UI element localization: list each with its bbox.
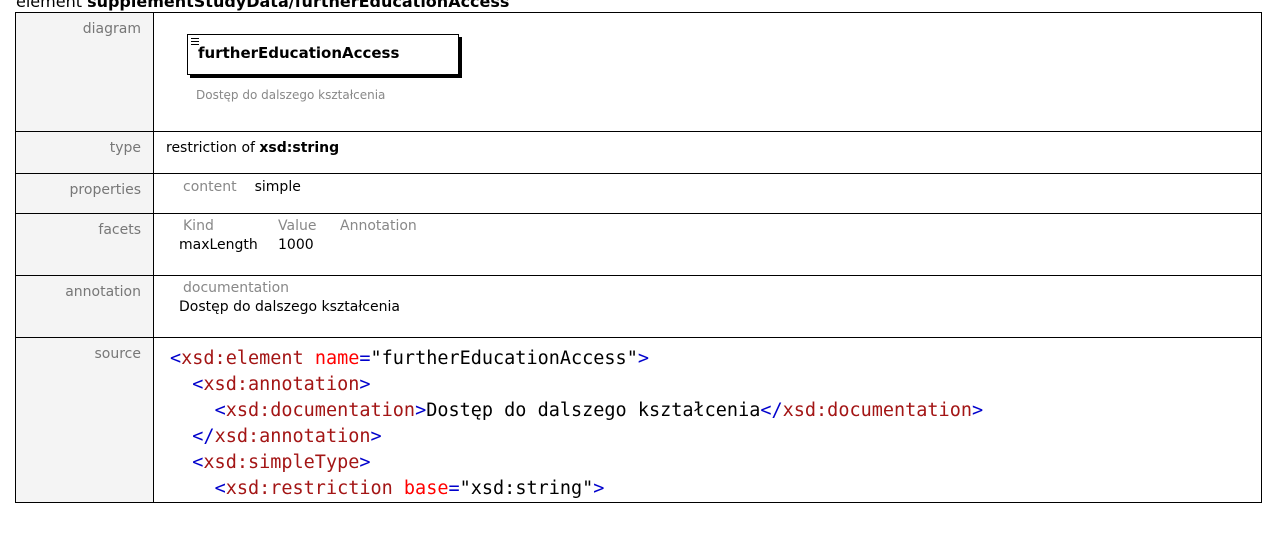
annotation-label: annotation — [15, 275, 154, 338]
source-code: <xsd:element name="furtherEducationAcces… — [170, 348, 984, 499]
facets-header-kind: Kind — [183, 218, 214, 234]
properties-label: properties — [15, 173, 154, 214]
facets-header-annotation: Annotation — [340, 218, 417, 234]
facets-header-value: Value — [278, 218, 317, 234]
facets-row: facets Kind Value Annotation maxLength 1000 — [15, 213, 1262, 276]
element-name: furtherEducationAccess — [198, 44, 400, 62]
facets-cell: Kind Value Annotation maxLength 1000 — [153, 213, 1262, 276]
type-label: type — [15, 131, 154, 174]
element-doc-table: diagram furtherEducationAccess Dostęp do… — [15, 12, 1262, 503]
diagram-documentation: Dostęp do dalszego kształcenia — [196, 88, 386, 102]
page-heading: element supplementStudyData/furtherEduca… — [16, 0, 509, 11]
property-key: content — [183, 179, 237, 195]
facets-label: facets — [15, 213, 154, 276]
facet-kind: maxLength — [179, 237, 258, 253]
properties-row: properties content simple — [15, 173, 1262, 214]
property-value: simple — [254, 179, 301, 195]
heading-path: supplementStudyData/furtherEducationAcce… — [87, 0, 510, 11]
source-cell: <xsd:element name="furtherEducationAcces… — [153, 337, 1262, 503]
annotation-header: documentation — [183, 280, 290, 296]
type-prefix: restriction of — [166, 140, 260, 156]
annotation-text: Dostęp do dalszego kształcenia — [179, 299, 400, 315]
type-cell: restriction of xsd:string — [153, 131, 1262, 174]
facet-value: 1000 — [278, 237, 314, 253]
heading-prefix: element — [16, 0, 88, 11]
diagram: furtherEducationAccess Dostęp do dalszeg… — [154, 13, 1261, 123]
diagram-cell: furtherEducationAccess Dostęp do dalszeg… — [153, 12, 1262, 132]
source-label: source — [15, 337, 154, 503]
type-row: type restriction of xsd:string — [15, 131, 1262, 174]
element-box[interactable]: furtherEducationAccess — [187, 34, 459, 75]
properties-cell: content simple — [153, 173, 1262, 214]
source-row: source <xsd:element name="furtherEducati… — [15, 337, 1262, 503]
diagram-row: diagram furtherEducationAccess Dostęp do… — [15, 12, 1262, 132]
type-base[interactable]: xsd:string — [259, 140, 339, 156]
diagram-label: diagram — [15, 12, 154, 132]
annotation-row: annotation documentation Dostęp do dalsz… — [15, 275, 1262, 338]
annotation-cell: documentation Dostęp do dalszego kształc… — [153, 275, 1262, 338]
